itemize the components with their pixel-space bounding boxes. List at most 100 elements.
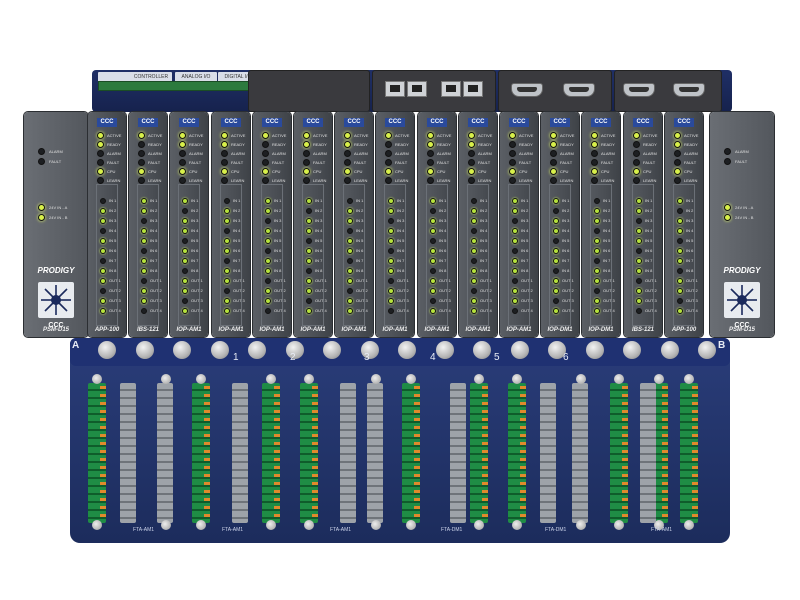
io-label: OUT 4 xyxy=(439,308,451,313)
io-led-row: IN 8 xyxy=(553,267,569,274)
io-led-row: IN 8 xyxy=(347,267,363,274)
io-led-row: IN 6 xyxy=(100,247,116,254)
io-led-row: IN 7 xyxy=(141,257,158,264)
led-icon xyxy=(427,149,434,157)
io-label: IN 2 xyxy=(356,208,364,213)
module-name: APP-100 xyxy=(671,327,697,333)
led-icon xyxy=(265,247,271,254)
status-led-row: ALARM xyxy=(385,149,409,157)
led-icon xyxy=(677,197,683,204)
status-led-row: READY xyxy=(674,140,698,148)
status-label: READY xyxy=(189,141,203,147)
io-label: IN 8 xyxy=(315,268,323,273)
fta-label: FTA-AM1 xyxy=(222,527,244,533)
led-icon xyxy=(633,167,640,175)
io-led-row: OUT 2 xyxy=(430,287,451,294)
ethernet-port xyxy=(463,81,483,97)
led-icon xyxy=(138,158,145,166)
io-label: IN 4 xyxy=(521,228,529,233)
io-label: OUT 4 xyxy=(315,308,327,313)
io-label: IN 5 xyxy=(521,238,529,243)
io-label: OUT 3 xyxy=(356,298,368,303)
status-label: READY xyxy=(601,141,615,147)
io-module: CCC ACTIVE READY ALARM FAULT CPU LEARN IN 1 IN 2… xyxy=(335,112,373,337)
led-icon xyxy=(262,149,269,157)
io-label: OUT 3 xyxy=(521,298,533,303)
led-icon xyxy=(471,287,477,294)
led-icon xyxy=(471,257,477,264)
led-icon xyxy=(138,131,145,139)
io-led-row: IN 6 xyxy=(224,247,240,254)
io-label: OUT 3 xyxy=(645,298,657,303)
status-label: ACTIVE xyxy=(437,132,452,138)
io-label: IN 1 xyxy=(397,198,405,203)
status-led-row: LEARN xyxy=(344,176,367,184)
io-label: IN 3 xyxy=(150,218,158,223)
led-icon xyxy=(594,227,600,234)
led-icon xyxy=(347,287,353,294)
io-led-row: IN 4 xyxy=(141,227,157,234)
io-led-row: OUT 4 xyxy=(471,307,492,314)
io-module: CCC ACTIVE READY ALARM FAULT CPU LEARN IN 1 IN 2… xyxy=(541,112,579,337)
io-label: IN 7 xyxy=(191,258,199,263)
led-icon xyxy=(674,176,681,184)
led-icon xyxy=(594,307,600,314)
status-label: CPU xyxy=(643,168,652,174)
io-led-row: IN 6 xyxy=(141,247,157,254)
io-led-row: IN 2 xyxy=(347,207,364,214)
io-led-row: IN 3 xyxy=(677,217,694,224)
io-label: IN 2 xyxy=(233,208,241,213)
serial-port xyxy=(511,83,543,97)
io-led-row: IN 7 xyxy=(388,257,404,264)
led-icon xyxy=(182,287,188,294)
led-icon xyxy=(347,207,353,214)
io-label: IN 1 xyxy=(274,198,282,203)
led-icon xyxy=(471,237,477,244)
led-icon xyxy=(388,277,394,284)
led-icon xyxy=(224,307,230,314)
led-icon xyxy=(385,158,392,166)
io-label: IN 8 xyxy=(150,268,158,273)
io-label: IN 3 xyxy=(356,218,364,223)
status-label: ALARM xyxy=(395,150,409,156)
led-icon xyxy=(224,207,230,214)
status-label: CPU xyxy=(148,168,157,174)
status-led-row: READY xyxy=(221,140,245,148)
led-icon xyxy=(141,267,147,274)
module-name: IOP-AM1 xyxy=(424,327,450,333)
latch-knob-icon xyxy=(248,341,266,359)
led-icon xyxy=(303,176,310,184)
led-icon xyxy=(303,131,310,139)
io-led-row: OUT 2 xyxy=(594,287,615,294)
io-led-row: IN 2 xyxy=(141,207,157,214)
status-led-row: ACTIVE xyxy=(509,131,533,139)
led-icon xyxy=(100,217,106,224)
io-led-row: IN 7 xyxy=(182,257,199,264)
io-label: IN 6 xyxy=(274,248,282,253)
io-led-row: IN 6 xyxy=(347,247,363,254)
io-led-row: OUT 2 xyxy=(265,287,286,294)
status-led-row: ACTIVE xyxy=(303,131,327,139)
io-led-row: IN 3 xyxy=(430,217,446,224)
io-led-row: IN 8 xyxy=(141,267,158,274)
io-label: IN 7 xyxy=(480,258,488,263)
io-label: OUT 4 xyxy=(191,308,203,313)
status-label: FAULT xyxy=(313,159,326,165)
status-led-row: CPU xyxy=(591,167,609,175)
io-led-row: IN 1 xyxy=(430,197,446,204)
led-icon xyxy=(468,158,475,166)
status-label: FAULT xyxy=(684,159,697,165)
led-icon xyxy=(179,176,186,184)
led-icon xyxy=(265,287,271,294)
status-label: CPU xyxy=(107,168,116,174)
io-label: IN 7 xyxy=(150,258,158,263)
led-icon xyxy=(100,287,106,294)
led-icon xyxy=(591,167,598,175)
io-label: IN 3 xyxy=(686,218,694,223)
status-label: ALARM xyxy=(148,150,162,156)
latch-knob-icon xyxy=(586,341,604,359)
led-icon xyxy=(636,207,642,214)
io-label: IN 6 xyxy=(562,248,570,253)
led-icon xyxy=(306,307,312,314)
screw-icon xyxy=(304,374,314,384)
